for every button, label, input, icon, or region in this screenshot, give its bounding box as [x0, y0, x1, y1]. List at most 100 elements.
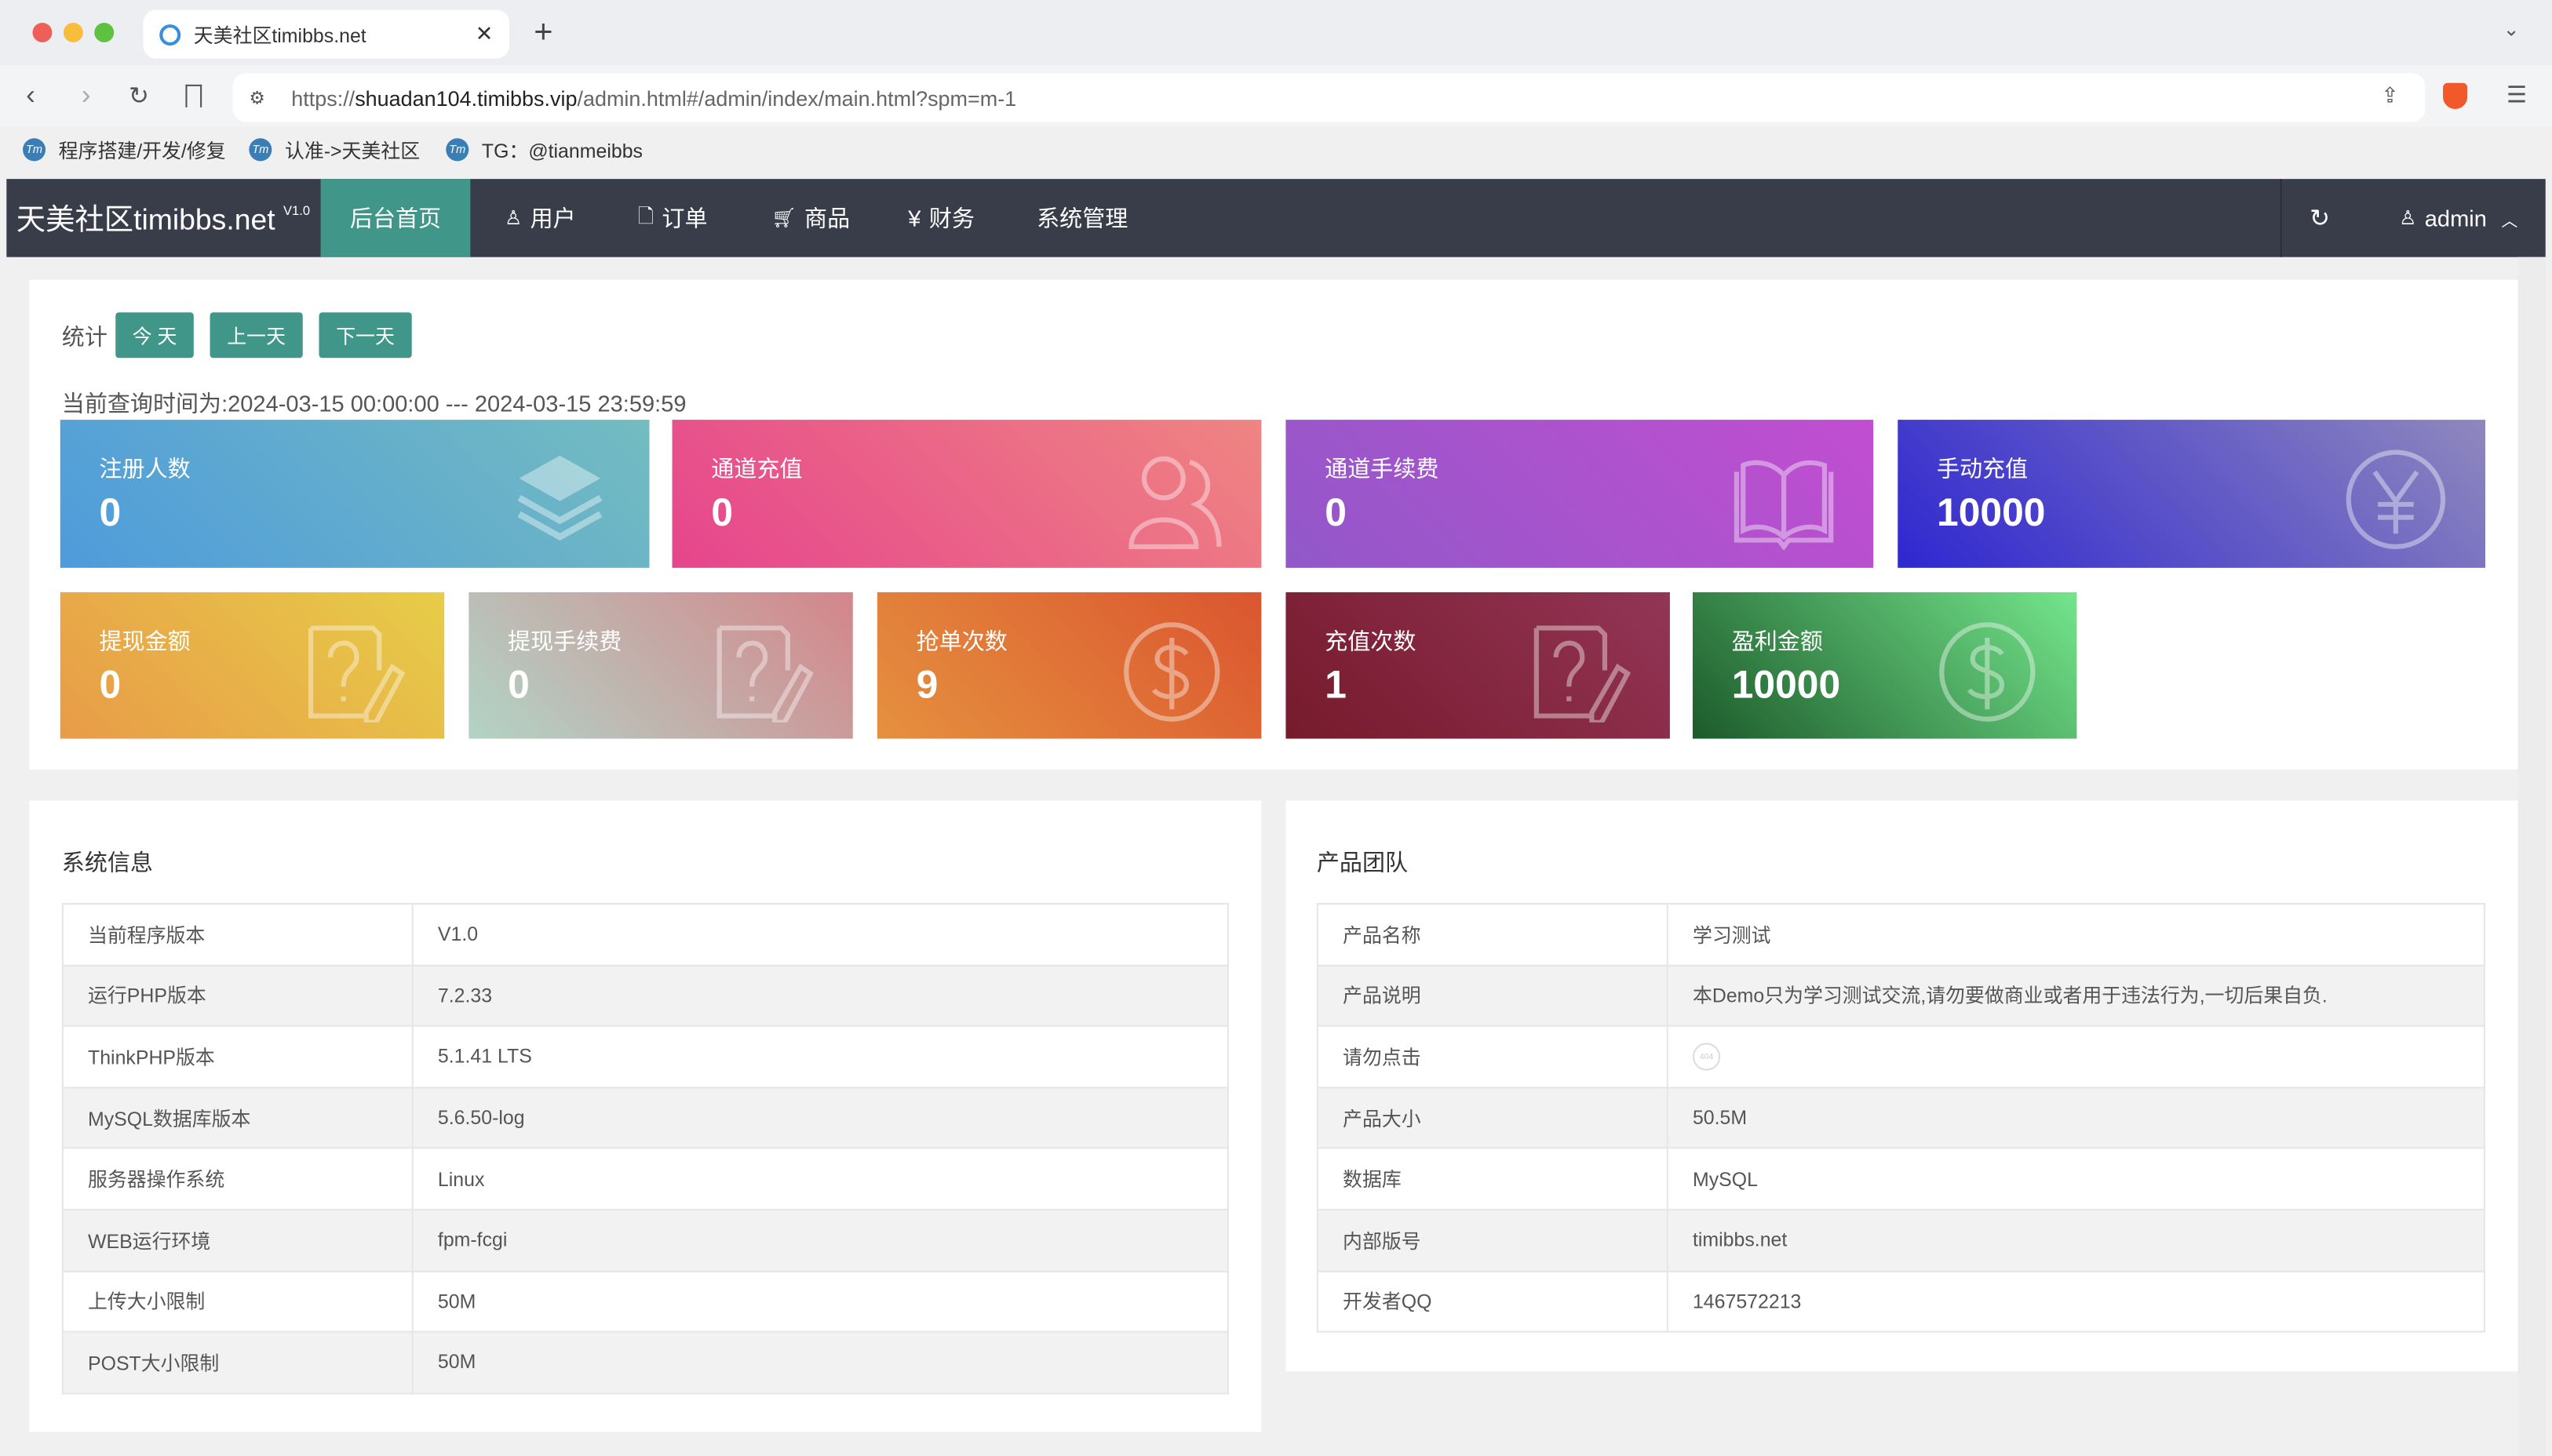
dollar-circle-icon — [1124, 622, 1220, 722]
table-row: 上传大小限制 50M — [61, 1269, 1229, 1333]
stat-title: 通道手续费 — [1325, 455, 1439, 482]
row-value: 1467572213 — [1666, 1269, 2485, 1333]
stat-card: 提现手续费 0 — [468, 592, 853, 739]
tab-list-chevron-icon[interactable]: ⌄ — [2503, 18, 2520, 41]
stat-value: 10000 — [1937, 491, 2046, 536]
table-row: MySQL数据库版本 5.6.50-log — [61, 1086, 1229, 1150]
previous-day-button[interactable]: 上一天 — [210, 312, 303, 359]
nav-label: 订单 — [662, 205, 708, 231]
row-value: 50M — [411, 1269, 1229, 1333]
today-button[interactable]: 今 天 — [115, 312, 194, 359]
next-day-button[interactable]: 下一天 — [319, 312, 412, 359]
row-value: 404 — [1666, 1025, 2485, 1089]
nav-label: 系统管理 — [1037, 205, 1128, 231]
row-label: 当前程序版本 — [61, 903, 414, 966]
nav-label: 财务 — [928, 205, 975, 231]
row-label: 服务器操作系统 — [61, 1147, 414, 1210]
stat-card: 盈利金额 10000 — [1692, 592, 2077, 739]
row-label: MySQL数据库版本 — [61, 1086, 414, 1150]
stat-value: 9 — [916, 664, 939, 708]
nav-item-system[interactable]: 系统管理 — [1037, 179, 1128, 257]
divider — [2280, 179, 2282, 257]
query-time-range: 当前查询时间为:2024-03-15 00:00:00 --- 2024-03-… — [61, 390, 687, 417]
row-value: 5.6.50-log — [411, 1086, 1229, 1150]
yen-circle-icon — [2346, 450, 2446, 549]
dollar-circle-icon — [1939, 622, 2036, 722]
row-label: 产品名称 — [1316, 903, 1668, 966]
table-row: POST大小限制 50M — [61, 1330, 1229, 1394]
address-bar[interactable]: ⚙ https://shuadan104.timibbs.vip/admin.h… — [232, 73, 2426, 122]
bookmark-item[interactable]: Tm 认准->天美社区 — [249, 130, 420, 169]
version-badge: V1.0 — [283, 202, 311, 217]
user-menu[interactable]: ♙ admin ︿ — [2399, 179, 2517, 257]
minimize-window-button[interactable] — [63, 23, 83, 42]
nav-item-finance[interactable]: ¥ 财务 — [908, 179, 975, 257]
stat-value: 1 — [1325, 664, 1347, 708]
url-host: shuadan104.timibbs.vip — [355, 85, 578, 110]
bookmark-label: 程序搭建/开发/修复 — [58, 139, 226, 162]
table-row: 内部版号 timibbs.net — [1316, 1208, 2485, 1272]
bookmark-label: 认准->天美社区 — [284, 139, 421, 162]
table-row: ThinkPHP版本 5.1.41 LTS — [61, 1025, 1229, 1089]
scrollbar[interactable] — [2517, 257, 2546, 1456]
new-tab-button[interactable]: + — [534, 15, 552, 53]
404-badge[interactable]: 404 — [1692, 1043, 1721, 1072]
table-row: 产品名称 学习测试 — [1316, 903, 2485, 966]
table-row: 服务器操作系统 Linux — [61, 1147, 1229, 1210]
stat-value: 0 — [711, 491, 734, 536]
username: admin — [2424, 205, 2487, 231]
table-row: 产品说明 本Demo只为学习测试交流,请勿要做商业或者用于违法行为,一切后果自负. — [1316, 964, 2485, 1028]
book-icon — [1734, 460, 1834, 551]
close-tab-icon[interactable]: ✕ — [476, 21, 494, 47]
bookmark-favicon-icon: Tm — [249, 138, 272, 162]
row-value: MySQL — [1666, 1147, 2485, 1210]
question-edit-icon — [716, 625, 814, 723]
browser-tab[interactable]: 天美社区timibbs.net ✕ — [143, 9, 510, 59]
table-row: 运行PHP版本 7.2.33 — [61, 964, 1229, 1028]
row-label: 产品大小 — [1316, 1086, 1668, 1150]
bookmark-item[interactable]: Tm TG：@tianmeibbs — [446, 130, 643, 169]
row-label: 数据库 — [1316, 1147, 1668, 1210]
nav-label: 后台首页 — [349, 205, 442, 231]
table-row: 开发者QQ 1467572213 — [1316, 1269, 2485, 1333]
stat-card: 提现金额 0 — [60, 592, 445, 739]
row-label: WEB运行环境 — [61, 1208, 414, 1272]
user-icon: ♙ — [2399, 206, 2417, 230]
share-icon[interactable]: ⇪ — [2381, 83, 2399, 109]
row-label: 上传大小限制 — [61, 1269, 414, 1333]
url-prefix: https:// — [291, 85, 355, 110]
maximize-window-button[interactable] — [94, 23, 115, 42]
table-row: 产品大小 50.5M — [1316, 1086, 2485, 1150]
nav-item-users[interactable]: ♙ 用户 — [505, 179, 576, 257]
stat-card: 手动充值 10000 — [1898, 420, 2485, 568]
reload-icon[interactable]: ↻ — [129, 82, 149, 111]
admin-navbar: 天美社区timibbs.net V1.0 后台首页 ♙ 用户 🗋 订单 🛒︎ 商品 ¥ 财… — [6, 179, 2546, 257]
refresh-icon: ↻ — [2310, 205, 2331, 233]
row-value: 50.5M — [1666, 1086, 2485, 1150]
stat-value: 0 — [99, 491, 122, 536]
bookmark-item[interactable]: Tm 程序搭建/开发/修复 — [23, 130, 226, 169]
stat-title: 盈利金额 — [1731, 628, 1823, 654]
bookmark-favicon-icon: Tm — [446, 138, 469, 162]
forward-icon[interactable]: › — [82, 80, 91, 112]
product-team-table: 产品名称 学习测试 产品说明 本Demo只为学习测试交流,请勿要做商业或者用于违法行为… — [1316, 903, 2485, 1333]
menu-icon[interactable]: ☰ — [2506, 82, 2527, 109]
back-icon[interactable]: ‹ — [26, 80, 35, 112]
nav-item-home[interactable]: 后台首页 — [320, 179, 471, 257]
stat-value: 10000 — [1731, 664, 1841, 708]
product-team-title: 产品团队 — [1316, 849, 1409, 875]
row-label: ThinkPHP版本 — [61, 1025, 414, 1089]
bookmark-icon[interactable] — [185, 84, 202, 107]
logo[interactable]: 天美社区timibbs.net V1.0 — [16, 179, 310, 257]
brave-shield-icon[interactable] — [2443, 82, 2468, 109]
site-settings-icon[interactable]: ⚙ — [249, 87, 264, 108]
close-window-button[interactable] — [32, 23, 53, 42]
row-value: fpm-fcgi — [411, 1208, 1229, 1272]
logo-text: 天美社区timibbs.net — [16, 203, 275, 236]
nav-item-goods[interactable]: 🛒︎ 商品 — [771, 179, 850, 257]
refresh-button[interactable]: ↻ — [2310, 179, 2330, 257]
layers-icon — [517, 455, 603, 541]
nav-item-orders[interactable]: 🗋 订单 — [638, 179, 707, 257]
row-label: 请勿点击 — [1316, 1025, 1668, 1089]
row-value: 学习测试 — [1666, 903, 2485, 966]
